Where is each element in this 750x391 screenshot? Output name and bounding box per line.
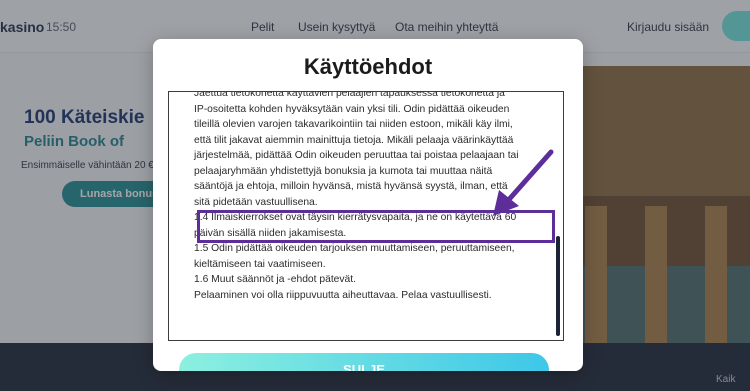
terms-scroll-area[interactable]: Jaettua tietokonetta käyttävien pelaajie… (168, 91, 564, 341)
terms-line: kieltämiseen tai vaatimiseen. (194, 258, 326, 270)
terms-line: 1.6 Muut säännöt ja -ehdot pätevät. (194, 274, 357, 285)
terms-line: Pelaaminen voi olla riippuvuutta aiheutt… (194, 289, 492, 301)
terms-line: IP-osoitetta kohden hyväksytään vain yks… (194, 103, 510, 115)
terms-line: tileillä olevien varojen takavarikointii… (194, 119, 513, 130)
terms-line: että tilit jakavat aiemmin mainittuja ti… (194, 134, 514, 146)
modal-title: Käyttöehdot (303, 54, 433, 79)
scrollbar-thumb[interactable] (556, 236, 560, 336)
terms-modal: Käyttöehdot Jaettua tietokonetta käyttäv… (153, 39, 583, 371)
annotation-arrow-icon (493, 149, 554, 216)
close-button[interactable]: SULJE (179, 353, 549, 371)
terms-line: 1.5 Odin pidättää oikeuden tarjouksen mu… (194, 243, 515, 254)
terms-line: Jaettua tietokonetta käyttävien pelaajie… (194, 91, 505, 99)
